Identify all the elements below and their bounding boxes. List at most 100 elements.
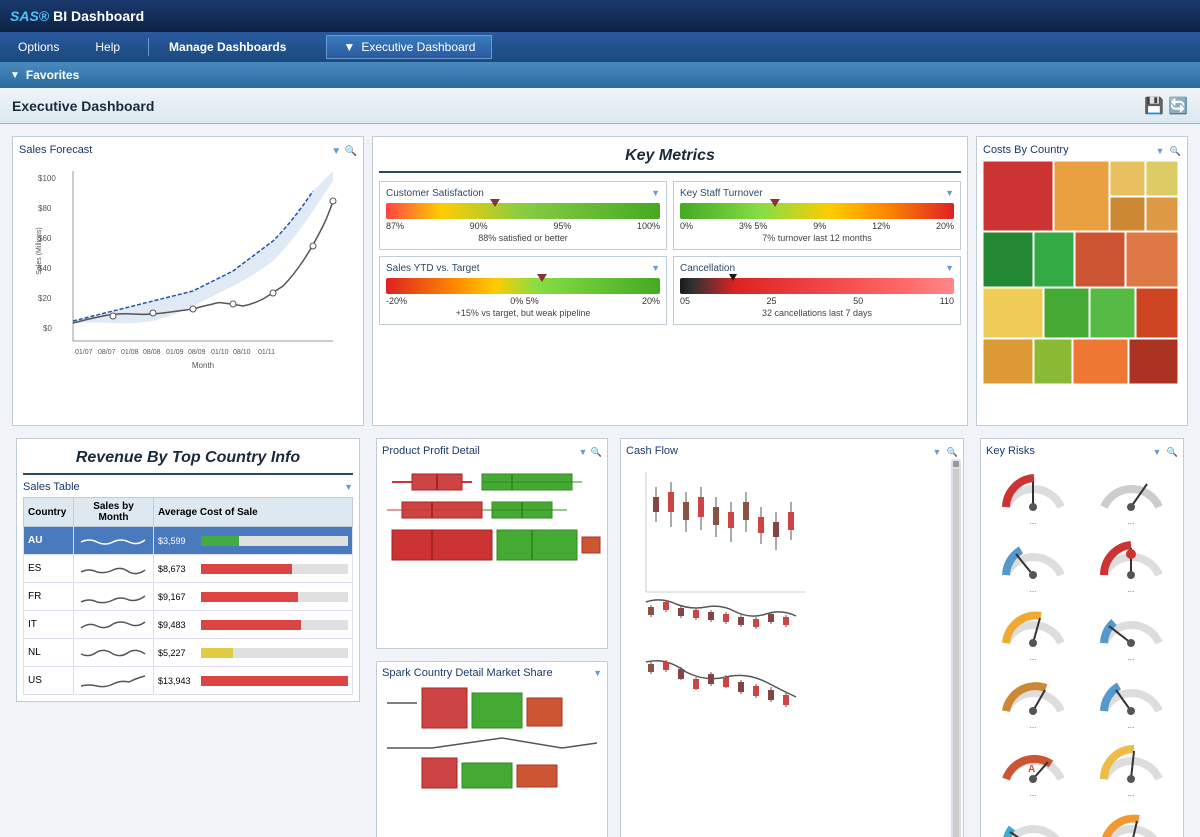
table-row[interactable]: ES <box>24 555 74 583</box>
table-row[interactable]: IT <box>24 611 74 639</box>
spark-market-title: Spark Country Detail Market Share <box>382 667 553 679</box>
options-menu[interactable]: Options <box>10 36 67 58</box>
cost-cell: $5,227 <box>154 639 353 667</box>
ytd-marker <box>537 274 547 282</box>
risk-item-1: ... <box>986 462 1080 526</box>
svg-text:A: A <box>1028 764 1035 775</box>
sales-table-header: Sales Table ▼ <box>23 481 353 493</box>
chevron-icon[interactable]: ▼ <box>651 263 660 273</box>
revenue-title: Revenue By Top Country Info <box>23 445 353 475</box>
key-metrics-panel: Key Metrics Customer Satisfaction ▼ 87% <box>372 136 968 426</box>
ytd-labels: -20% 0% 5% 20% <box>386 296 660 306</box>
chevron-icon[interactable]: ▼ <box>1153 447 1162 457</box>
search-icon[interactable]: 🔍 <box>947 447 958 457</box>
cash-flow-chart <box>626 462 816 732</box>
risk-label-1: ... <box>1030 517 1037 526</box>
label-110: 110 <box>940 296 954 306</box>
svg-text:$100: $100 <box>38 174 56 183</box>
help-menu[interactable]: Help <box>87 36 128 58</box>
table-row[interactable]: AU <box>24 527 74 555</box>
costs-country-panel: Costs By Country ▼ 🔍 <box>976 136 1188 426</box>
cancel-labels: 05 25 50 110 <box>680 296 954 306</box>
active-tab[interactable]: ▼ Executive Dashboard <box>326 35 492 59</box>
risk-item-2: ... <box>1084 462 1178 526</box>
risk-label-7: ... <box>1030 721 1037 730</box>
chevron-icon[interactable]: ▼ <box>1156 146 1165 156</box>
risk-item-12: ... <box>1084 802 1178 837</box>
key-risks-header: Key Risks ▼ 🔍 <box>986 444 1178 458</box>
product-profit-header: Product Profit Detail ▼ 🔍 <box>382 444 602 458</box>
search-icon[interactable]: 🔍 <box>1167 447 1178 457</box>
cust-sat-marker <box>490 199 500 207</box>
cashflow-scrollbar[interactable] <box>951 459 961 837</box>
chevron-icon[interactable]: ▼ <box>945 188 954 198</box>
label-0: 0% <box>680 221 693 231</box>
cust-sat-labels: 87% 90% 95% 100% <box>386 221 660 231</box>
risk-item-5: ... <box>986 598 1080 662</box>
refresh-icon[interactable]: 🔄 <box>1168 96 1188 116</box>
risk-label-8: ... <box>1128 721 1135 730</box>
spark-market-panel: Spark Country Detail Market Share ▼ <box>376 661 608 837</box>
turnover-desc: 7% turnover last 12 months <box>680 233 954 243</box>
spark-market-header: Spark Country Detail Market Share ▼ <box>382 667 602 679</box>
product-spark-col: Product Profit Detail ▼ 🔍 <box>372 434 612 837</box>
svg-text:$20: $20 <box>38 294 52 303</box>
table-row[interactable]: FR <box>24 583 74 611</box>
svg-text:08/09: 08/09 <box>188 349 206 356</box>
cancel-desc: 32 cancellations last 7 days <box>680 308 954 318</box>
risk-gauge-10 <box>1094 734 1169 789</box>
revenue-panel: Revenue By Top Country Info Sales Table … <box>16 438 360 702</box>
search-icon[interactable]: 🔍 <box>591 447 602 457</box>
sales-forecast-header: Sales Forecast ▼ 🔍 <box>19 143 357 157</box>
sparkline-cell <box>74 611 154 639</box>
costs-header: Costs By Country ▼ 🔍 <box>983 143 1181 157</box>
sales-table-chevron[interactable]: ▼ <box>344 482 353 492</box>
cancel-icons: ▼ <box>945 263 954 274</box>
risk-gauge-11 <box>996 802 1071 837</box>
chevron-icon[interactable]: ▼ <box>593 668 602 678</box>
label-20: 20% <box>642 296 660 306</box>
cancel-bar <box>680 278 954 294</box>
save-icon[interactable]: 💾 <box>1144 96 1164 116</box>
risk-label-5: ... <box>1030 653 1037 662</box>
chevron-icon[interactable]: ▼ <box>933 447 942 457</box>
tab-label: Executive Dashboard <box>361 40 475 54</box>
dashboard-title: Executive Dashboard <box>12 98 154 114</box>
label-100: 100% <box>637 221 660 231</box>
key-risks-title: Key Risks <box>986 445 1035 457</box>
dashboard-body: Sales Forecast ▼ 🔍 $100 $80 $60 $40 $20 … <box>0 124 1200 837</box>
risk-gauge-4 <box>1094 530 1169 585</box>
search-icon[interactable]: 🔍 <box>345 146 357 157</box>
svg-text:Month: Month <box>192 361 214 370</box>
search-icon[interactable]: 🔍 <box>1170 146 1181 156</box>
risk-item-11: ... <box>986 802 1080 837</box>
label-87: 87% <box>386 221 404 231</box>
cancel-title: Cancellation <box>680 263 735 274</box>
chevron-icon[interactable]: ▼ <box>945 263 954 273</box>
col-country: Country <box>24 498 74 527</box>
cust-sat-desc: 88% satisfied or better <box>386 233 660 243</box>
table-row[interactable]: US <box>24 667 74 695</box>
table-row[interactable]: NL <box>24 639 74 667</box>
chevron-down-icon[interactable]: ▼ <box>331 146 341 157</box>
risk-gauge-1 <box>996 462 1071 517</box>
risk-item-8: ... <box>1084 666 1178 730</box>
cash-flow-panel: Cash Flow ▼ 🔍 <box>620 438 964 837</box>
costs-treemap <box>983 161 1178 401</box>
favorites-bar: ▼ Favorites <box>0 62 1200 88</box>
bottom-right: Key Risks ▼ 🔍 <box>976 434 1188 837</box>
fav-chevron: ▼ <box>10 70 20 81</box>
cost-cell: $9,483 <box>154 611 353 639</box>
risk-gauge-8 <box>1094 666 1169 721</box>
sparkline-cell <box>74 639 154 667</box>
manage-dashboards-btn[interactable]: Manage Dashboards <box>169 40 286 54</box>
cust-sat-header: Customer Satisfaction ▼ <box>386 188 660 199</box>
svg-text:$0: $0 <box>43 324 52 333</box>
chevron-icon[interactable]: ▼ <box>579 447 588 457</box>
chevron-icon[interactable]: ▼ <box>651 188 660 198</box>
key-risks-panel: Key Risks ▼ 🔍 <box>980 438 1184 837</box>
customer-satisfaction-card: Customer Satisfaction ▼ 87% 90% 95% 100%… <box>379 181 667 250</box>
header-icons: 💾 🔄 <box>1144 96 1188 116</box>
label-0-5: 0% 5% <box>510 296 539 306</box>
cust-sat-title: Customer Satisfaction <box>386 188 484 199</box>
